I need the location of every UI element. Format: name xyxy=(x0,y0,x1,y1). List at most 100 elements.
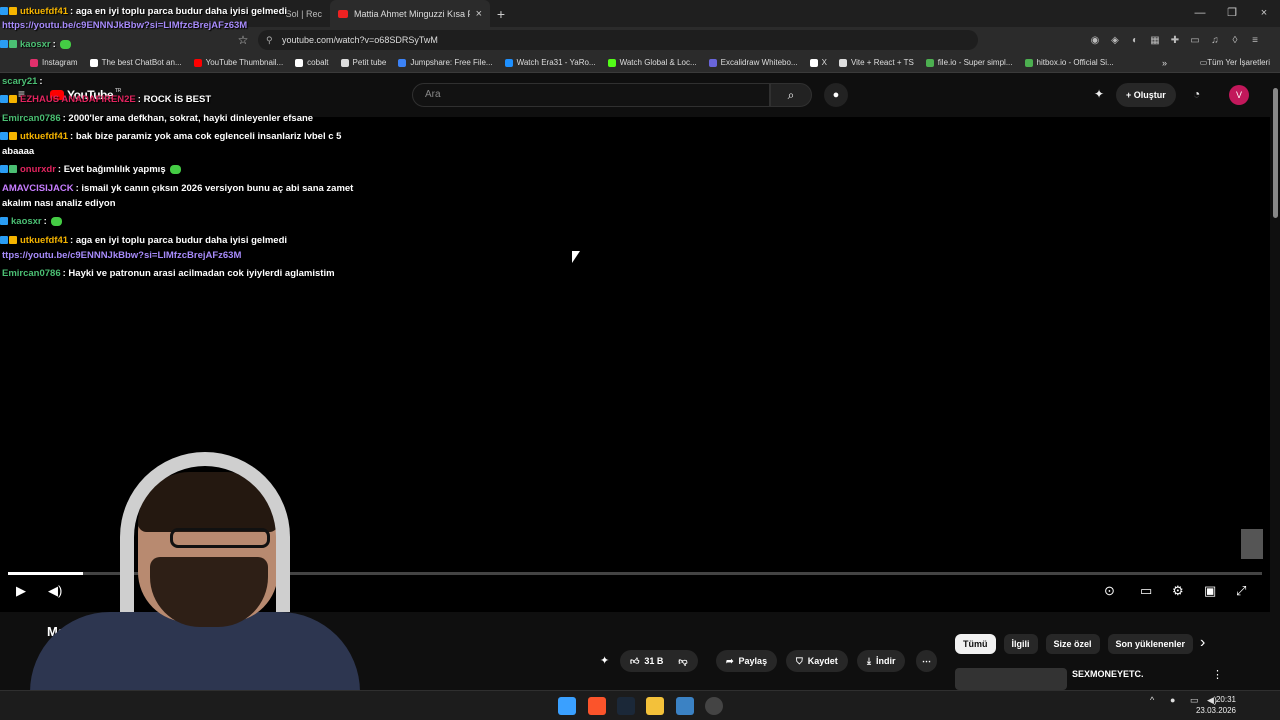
bookmark-item[interactable]: Watch Global & Loc... xyxy=(607,58,697,67)
restore-icon[interactable]: ❐ xyxy=(1216,0,1248,27)
menu-icon[interactable]: ≡ xyxy=(1245,35,1265,46)
chat-username[interactable]: onurxdr xyxy=(20,164,56,175)
ai-sparkle-icon[interactable]: ✦ xyxy=(600,654,609,667)
chat-username[interactable]: utkuefdf41 xyxy=(20,131,68,142)
extension-icon[interactable]: ◈ xyxy=(1105,35,1125,46)
mouse-cursor-icon xyxy=(572,251,580,263)
chat-badge-icon xyxy=(9,165,17,174)
bookmark-item[interactable]: hitbox.io - Official Si... xyxy=(1024,58,1114,67)
download-button[interactable]: ⤓ İndir xyxy=(857,650,906,672)
bookmark-item[interactable]: Vite + React + TS xyxy=(838,58,914,67)
chat-badge-icon xyxy=(0,165,8,174)
media-icon[interactable]: ♫ xyxy=(1205,35,1225,46)
chevron-right-icon[interactable]: › xyxy=(1200,634,1205,652)
tray-chevron-icon[interactable]: ^ xyxy=(1150,695,1154,705)
bookmark-item[interactable]: Petit tube xyxy=(340,58,386,67)
filter-chip[interactable]: İlgili xyxy=(1003,634,1038,654)
windows-start-icon[interactable] xyxy=(558,697,576,715)
download-icon: ⤓ xyxy=(867,656,871,666)
recommended-title[interactable]: SEXMONEYETC. xyxy=(1072,669,1144,679)
chat-username[interactable]: Emircan0786 xyxy=(2,268,61,279)
gemini-sparkle-icon[interactable]: ✦ xyxy=(1094,87,1104,101)
avatar[interactable]: V xyxy=(1229,85,1249,105)
subtitles-icon[interactable]: ▭ xyxy=(1140,583,1152,599)
all-bookmarks-button[interactable]: ▭ Tüm Yer İşaretleri xyxy=(1200,58,1270,67)
url-bar[interactable]: ⚲ youtube.com/watch?v=o68SDRSyTwM xyxy=(258,30,978,50)
chat-text: : ROCK İS BEST xyxy=(137,94,212,105)
search-icon[interactable]: ⌕ xyxy=(770,83,812,107)
extensions-puzzle-icon[interactable]: ✚ xyxy=(1165,35,1185,46)
save-label: Kaydet xyxy=(807,656,838,666)
bookmark-item[interactable]: Jumpshare: Free File... xyxy=(398,58,493,67)
windows-taskbar: ^ ● ▭ ◀) 20:31 23.03.2026 xyxy=(0,690,1280,720)
chat-text: : 2000'ler ama defkhan, sokrat, hayki di… xyxy=(62,113,314,124)
channel-watermark[interactable] xyxy=(1241,529,1263,559)
chat-username[interactable]: AMAVCISIJACK xyxy=(2,183,74,194)
scrollbar[interactable] xyxy=(1273,88,1278,218)
share-button[interactable]: ➦ Paylaş xyxy=(716,650,778,672)
bookmark-item[interactable]: cobalt xyxy=(295,58,329,67)
save-button[interactable]: ⛉ Kaydet xyxy=(786,650,848,672)
tray-mic-icon[interactable]: ● xyxy=(1170,695,1175,705)
chat-username[interactable]: utkuefdf41 xyxy=(20,6,68,17)
bookmark-item[interactable]: X xyxy=(809,58,827,67)
settings-icon[interactable]: ⚙ xyxy=(1172,583,1184,599)
like-button[interactable]: 👍︎ 31 B 👎︎ xyxy=(620,650,698,672)
chat-badge-icon xyxy=(0,40,8,49)
brave-browser-icon[interactable] xyxy=(588,697,606,715)
chat-username[interactable]: utkuefdf41 xyxy=(20,235,68,246)
chat-username[interactable]: scary21 xyxy=(2,76,37,87)
extension-icon[interactable]: ▦ xyxy=(1145,35,1165,46)
filter-chip[interactable]: Son yüklenenler xyxy=(1107,634,1194,654)
bookmark-icon[interactable]: ☆ xyxy=(232,33,254,47)
chat-username[interactable]: kaosxr xyxy=(11,216,42,227)
bookmark-item[interactable]: The best ChatBot an... xyxy=(89,58,182,67)
filter-chip[interactable]: Tümü xyxy=(955,634,996,654)
filter-chip[interactable]: Size özel xyxy=(1045,634,1100,654)
tab-close-icon[interactable]: × xyxy=(476,8,482,20)
notifications-bell-icon[interactable]: ◔ xyxy=(1193,87,1200,101)
bookmark-item[interactable]: Watch Era31 - YaRo... xyxy=(504,58,596,67)
chat-link[interactable]: ttps://youtu.be/c9ENNNJkBbw?si=LIMfzcBre… xyxy=(2,250,241,261)
search-input[interactable]: Ara xyxy=(412,83,770,107)
create-button[interactable]: + Oluştur xyxy=(1116,83,1176,107)
thumbs-down-icon[interactable]: 👎︎ xyxy=(678,650,687,672)
extension-icon[interactable]: ◉ xyxy=(1085,35,1105,46)
steam-icon[interactable] xyxy=(617,697,635,715)
chat-message: https://youtu.be/c9ENNNJkBbw?si=LIMfzcBr… xyxy=(0,20,247,31)
bookmark-item[interactable]: file.io - Super simpl... xyxy=(925,58,1013,67)
shield-icon[interactable]: ◊ xyxy=(1225,35,1245,46)
chat-username[interactable]: Emircan0786 xyxy=(2,113,61,124)
sidebar-icon[interactable]: ▭ xyxy=(1185,35,1205,46)
youtube-favicon-icon xyxy=(338,9,348,18)
mic-icon[interactable]: ● xyxy=(824,83,848,107)
bookmark-item[interactable]: YouTube Thumbnail... xyxy=(193,58,284,67)
kebab-menu-icon[interactable]: ⋮ xyxy=(1212,668,1223,681)
chat-message: abaaaa xyxy=(0,146,34,157)
more-actions-button[interactable]: ⋯ xyxy=(916,650,937,672)
clock[interactable]: 20:31 23.03.2026 xyxy=(1196,694,1236,716)
chat-message: Emircan0786: 2000'ler ama defkhan, sokra… xyxy=(0,113,313,124)
fullscreen-icon[interactable]: ⤢ xyxy=(1236,583,1246,599)
app-icon[interactable] xyxy=(676,697,694,715)
bookmark-item[interactable]: Instagram xyxy=(30,58,78,67)
miniplayer-icon[interactable]: ▣ xyxy=(1204,583,1216,599)
file-explorer-icon[interactable] xyxy=(646,697,664,715)
chat-link[interactable]: https://youtu.be/c9ENNNJkBbw?si=LIMfzcBr… xyxy=(2,20,247,31)
chat-text: : ismail yk canın çıksın 2026 versiyon b… xyxy=(75,183,354,194)
new-tab-button[interactable]: + xyxy=(490,6,512,22)
bookmark-label: YouTube Thumbnail... xyxy=(205,58,284,67)
chat-username[interactable]: EZHAUS ANADAFIREN2E xyxy=(20,94,136,105)
obs-icon[interactable] xyxy=(705,697,723,715)
minimize-icon[interactable]: — xyxy=(1184,0,1216,27)
bookmarks-overflow-icon[interactable]: » xyxy=(1162,58,1167,68)
browser-tab-active[interactable]: Mattia Ahmet Minguzzi Kısa Film × xyxy=(330,0,490,27)
window-close-icon[interactable]: × xyxy=(1248,0,1280,27)
autoplay-toggle[interactable]: ⊙ xyxy=(1104,583,1115,599)
chat-badge-icon xyxy=(9,95,17,104)
site-info-icon[interactable]: ⚲ xyxy=(266,30,273,50)
extension-icon[interactable]: ◐ xyxy=(1125,35,1145,46)
bookmark-item[interactable]: Excalidraw Whitebo... xyxy=(708,58,798,67)
recommended-thumbnail[interactable] xyxy=(955,668,1067,690)
chat-username[interactable]: kaosxr xyxy=(20,39,51,50)
